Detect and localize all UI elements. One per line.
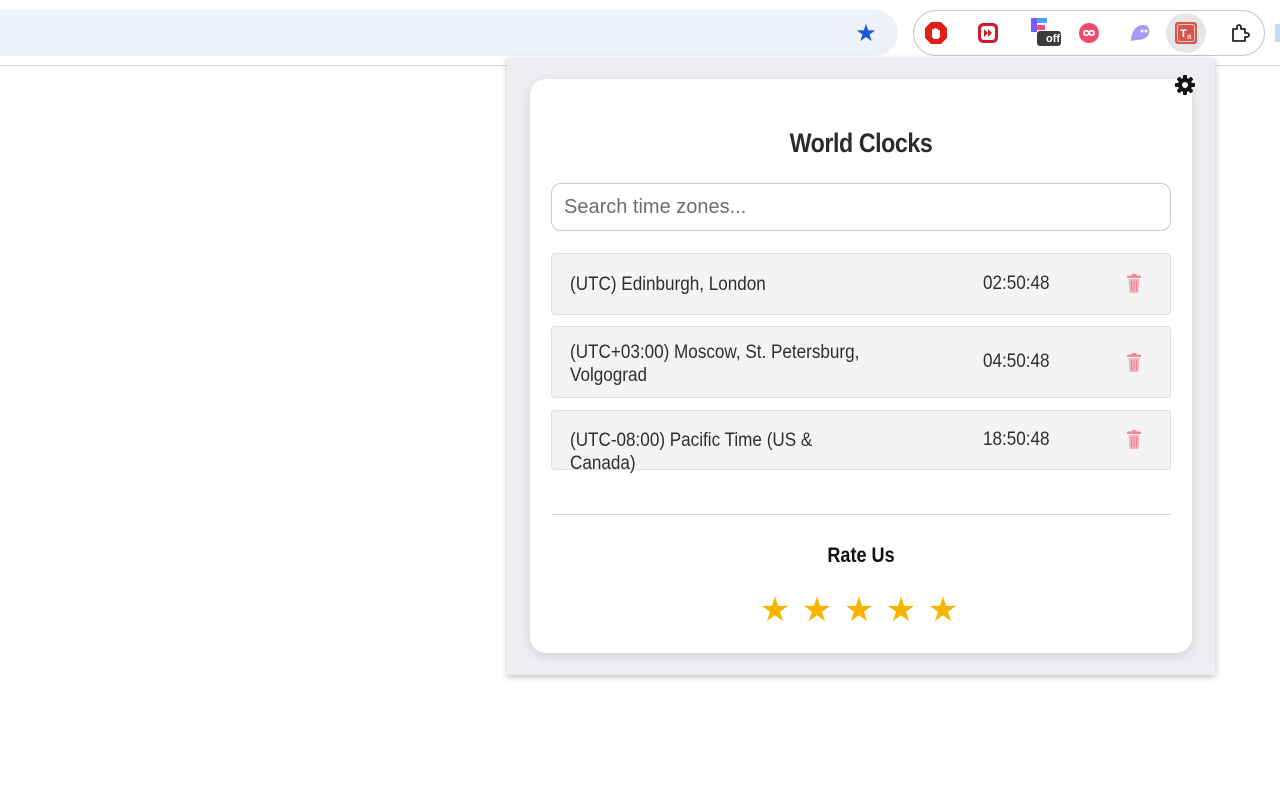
translate-ext-icon[interactable]: Ta xyxy=(1174,21,1198,45)
star-icon[interactable]: ★ xyxy=(843,590,875,630)
address-bar[interactable] xyxy=(0,10,898,56)
off-badge: off xyxy=(1046,33,1061,45)
star-icon[interactable]: ★ xyxy=(927,590,959,630)
delete-trash-icon[interactable] xyxy=(1126,353,1142,373)
ghost-icon[interactable] xyxy=(1128,21,1152,45)
bookmark-star-icon[interactable]: ★ xyxy=(852,19,880,47)
off-extension-icon[interactable]: off xyxy=(1029,18,1063,46)
adblock-icon[interactable] xyxy=(924,21,948,45)
star-icon[interactable]: ★ xyxy=(885,590,917,630)
browser-toolbar: ★ off Ta xyxy=(0,0,1280,66)
clock-zone-name: (UTC-08:00) Pacific Time (US & Canada) xyxy=(570,430,813,474)
timezone-search-input[interactable] xyxy=(551,183,1171,231)
clock-row: (UTC) Edinburgh, London 02:50:48 xyxy=(551,253,1171,315)
delete-trash-icon[interactable] xyxy=(1126,274,1142,294)
section-divider xyxy=(551,514,1171,515)
infinity-icon[interactable] xyxy=(1077,21,1101,45)
star-icon[interactable]: ★ xyxy=(759,590,791,630)
video-speed-icon[interactable] xyxy=(976,21,1000,45)
star-icon[interactable]: ★ xyxy=(801,590,833,630)
popup-title: World Clocks xyxy=(789,128,933,158)
clock-time: 18:50:48 xyxy=(983,429,1050,450)
clock-row: (UTC+03:00) Moscow, St. Petersburg, Volg… xyxy=(551,326,1171,398)
svg-text:T: T xyxy=(1180,28,1187,40)
clock-time: 04:50:48 xyxy=(983,351,1050,372)
clock-zone-name: (UTC) Edinburgh, London xyxy=(570,274,766,295)
extensions-bar: off Ta xyxy=(913,10,1265,56)
svg-text:a: a xyxy=(1187,32,1192,41)
settings-gear-icon[interactable] xyxy=(1174,74,1196,96)
rating-stars: ★ ★ ★ ★ ★ xyxy=(759,590,969,630)
clock-zone-name: (UTC+03:00) Moscow, St. Petersburg, Volg… xyxy=(570,342,860,386)
rate-us-heading: Rate Us xyxy=(827,544,895,567)
clock-time: 02:50:48 xyxy=(983,273,1050,294)
clock-row: (UTC-08:00) Pacific Time (US & Canada) 1… xyxy=(551,410,1171,474)
toolbar-edge xyxy=(1275,24,1280,42)
delete-trash-icon[interactable] xyxy=(1126,430,1142,450)
puzzle-icon[interactable] xyxy=(1228,21,1252,45)
